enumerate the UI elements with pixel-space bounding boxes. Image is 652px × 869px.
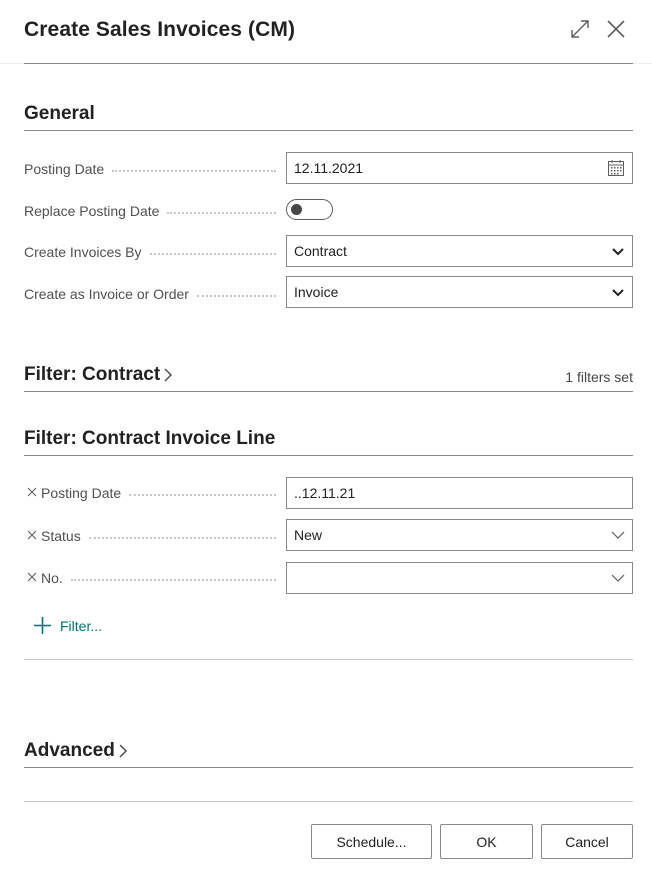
section-general-title: General	[24, 103, 95, 124]
replace-posting-date-label-text: Replace Posting Date	[24, 203, 160, 219]
chevron-down-icon	[611, 574, 625, 582]
chevron-down-icon	[612, 289, 624, 297]
filter-status-select[interactable]: New	[286, 519, 633, 551]
calendar-icon[interactable]	[607, 159, 625, 177]
label-leader	[70, 578, 276, 581]
posting-date-input[interactable]: 12.11.2021	[286, 152, 633, 184]
schedule-button[interactable]: Schedule...	[311, 824, 432, 859]
label-leader	[112, 169, 276, 172]
create-as-value: Invoice	[294, 284, 339, 300]
create-invoices-by-label: Create Invoices By	[24, 242, 276, 262]
replace-posting-date-toggle[interactable]	[286, 199, 333, 220]
create-as-label-text: Create as Invoice or Order	[24, 286, 189, 302]
advanced-header[interactable]: Advanced	[24, 740, 129, 762]
filter-no-select[interactable]	[286, 562, 633, 594]
label-leader	[129, 493, 276, 496]
chevron-right-icon	[164, 368, 173, 382]
advanced-title: Advanced	[24, 740, 115, 761]
filter-status-label-text: Status	[41, 528, 81, 544]
chevron-right-icon	[119, 744, 127, 758]
create-invoices-by-value: Contract	[294, 243, 347, 259]
filter-section-end-divider	[24, 659, 633, 660]
create-invoices-by-select[interactable]: Contract	[286, 235, 633, 267]
label-leader	[196, 294, 276, 297]
posting-date-value: 12.11.2021	[294, 160, 364, 176]
advanced-divider	[24, 767, 633, 768]
posting-date-label-text: Posting Date	[24, 161, 105, 177]
replace-posting-date-label: Replace Posting Date	[24, 201, 276, 221]
create-invoices-by-label-text: Create Invoices By	[24, 244, 142, 260]
expand-icon[interactable]	[569, 18, 591, 40]
create-as-label: Create as Invoice or Order	[24, 284, 276, 304]
filter-posting-date-input[interactable]: ..12.11.21	[286, 477, 633, 509]
remove-filter-icon[interactable]	[27, 572, 37, 582]
filter-contract-divider	[24, 391, 633, 392]
filter-posting-date-value: ..12.11.21	[294, 485, 356, 501]
filter-posting-date-label-text: Posting Date	[41, 485, 122, 501]
label-leader	[149, 252, 276, 255]
filter-line-divider	[24, 455, 633, 456]
label-leader	[167, 211, 276, 214]
posting-date-label: Posting Date	[24, 159, 276, 179]
chevron-down-icon	[611, 531, 625, 539]
chevron-down-icon	[612, 248, 624, 256]
plus-icon	[34, 617, 51, 634]
filter-posting-date-label: Posting Date	[41, 483, 276, 503]
filters-set-count: 1 filters set	[565, 369, 633, 385]
cancel-button[interactable]: Cancel	[541, 824, 633, 859]
filter-contract-header[interactable]: Filter: Contract	[24, 364, 174, 386]
filter-no-label-text: No.	[41, 570, 63, 586]
close-icon[interactable]	[604, 17, 628, 41]
header-divider	[24, 63, 633, 64]
remove-filter-icon[interactable]	[27, 530, 37, 540]
filter-line-title: Filter: Contract Invoice Line	[24, 428, 276, 449]
footer-divider	[24, 801, 633, 802]
remove-filter-icon[interactable]	[27, 487, 37, 497]
toggle-knob	[291, 204, 302, 215]
ok-button[interactable]: OK	[440, 824, 533, 859]
dialog-title: Create Sales Invoices (CM)	[24, 18, 296, 41]
section-general-divider	[24, 130, 633, 131]
filter-status-value: New	[294, 527, 323, 543]
filter-status-label: Status	[41, 526, 276, 546]
add-filter-button[interactable]: Filter...	[33, 616, 102, 635]
filter-contract-title: Filter: Contract	[24, 364, 161, 385]
create-as-select[interactable]: Invoice	[286, 276, 633, 308]
add-filter-label: Filter...	[60, 617, 103, 634]
label-leader	[88, 536, 276, 539]
filter-no-label: No.	[41, 568, 276, 588]
